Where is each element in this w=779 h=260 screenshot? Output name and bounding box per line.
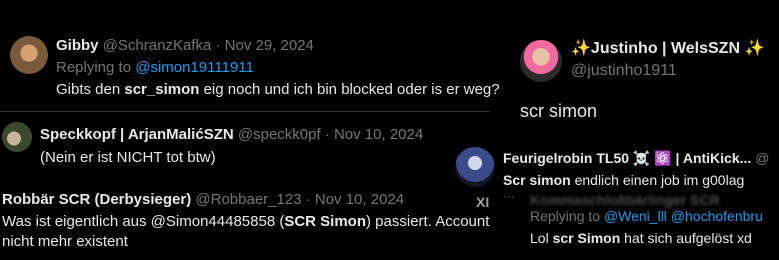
- display-name[interactable]: Robbär SCR (Derbysieger): [2, 191, 191, 208]
- tweet-text-line-1: Was ist eigentlich aus @Simon44485858 (S…: [2, 212, 489, 231]
- tweet-text: Gibts den scr_simon eig noch und ich bin…: [56, 80, 500, 99]
- text-segment: hat sich aufgelöst xd: [620, 230, 752, 246]
- tweet-text: scr simon: [520, 101, 598, 121]
- replying-to-prefix: Replying to: [56, 59, 136, 76]
- avatar[interactable]: [455, 147, 495, 187]
- handle[interactable]: @speckk0pf: [238, 126, 321, 143]
- highlighted-term: scr_simon: [124, 81, 200, 98]
- display-name[interactable]: Gibby: [56, 37, 99, 54]
- tweet-robbaer[interactable]: Robbär SCR (Derbysieger) @Robbaer_123 · …: [0, 180, 520, 260]
- overflow-dots: ···: [503, 189, 515, 203]
- tweet-header: Speckkopf | ArjanMalićSZN @speckk0pf · N…: [40, 125, 423, 144]
- text-segment: eig noch und ich bin blocked oder is er …: [199, 81, 500, 98]
- tweet-justinho[interactable]: ✨Justinho | WelsSZN ✨ @justinho1911 scr …: [510, 28, 779, 128]
- highlighted-term: SCR Simon: [284, 213, 367, 230]
- display-name[interactable]: Speckkopf | ArjanMalićSZN: [40, 126, 234, 143]
- avatar[interactable]: [10, 36, 48, 74]
- highlighted-term: scr Simon: [552, 230, 621, 246]
- tweet-speckkopf[interactable]: Speckkopf | ArjanMalićSZN @speckk0pf · N…: [0, 112, 455, 178]
- reply-text: Lol scr Simon hat sich aufgelöst xd: [530, 229, 752, 248]
- tweet-text: Scr simon endlich einen job im g00lag: [503, 171, 744, 190]
- handle[interactable]: @SchranzKafka: [103, 37, 212, 54]
- tweet-header: Robbär SCR (Derbysieger) @Robbaer_123 · …: [2, 190, 404, 209]
- text-segment: Was ist eigentlich aus @Simon44485858 (: [2, 213, 285, 230]
- tweet-feuerigel[interactable]: Feurigelrobin TL50 ☠️ ⚛️ | AntiKick... @…: [452, 140, 779, 260]
- avatar[interactable]: [520, 40, 562, 82]
- tweet-text: (Nein er ist NICHT tot btw): [40, 149, 216, 166]
- text-segment: Gibts den: [56, 81, 125, 98]
- handle[interactable]: @justinho1911: [571, 61, 677, 80]
- xi-badge: XI: [476, 194, 490, 210]
- text-segment: Lol: [530, 230, 553, 246]
- handle[interactable]: @Robbaer_123: [195, 191, 301, 208]
- tweet-header: Feurigelrobin TL50 ☠️ ⚛️ | AntiKick... @: [503, 149, 769, 168]
- tweet-gibby[interactable]: Gibby @SchranzKafka · Nov 29, 2024 Reply…: [0, 0, 500, 110]
- timestamp[interactable]: · Nov 10, 2024: [325, 126, 423, 143]
- display-name[interactable]: ✨Justinho | WelsSZN ✨: [571, 39, 764, 58]
- tweet-header: Gibby @SchranzKafka · Nov 29, 2024: [56, 36, 314, 55]
- mention-links[interactable]: @Weni_lll @hochofenbru: [604, 208, 763, 224]
- tweet-text-line-2: nicht mehr existent: [2, 233, 128, 250]
- handle-overflow[interactable]: @: [755, 150, 769, 166]
- mention-link[interactable]: @simon19111911: [135, 59, 254, 76]
- text-segment: endlich einen job im g00lag: [570, 172, 745, 188]
- replying-to: Replying to @Weni_lll @hochofenbru: [530, 207, 763, 226]
- replying-to: Replying to @simon19111911: [56, 58, 254, 77]
- timestamp[interactable]: · Nov 29, 2024: [215, 37, 313, 54]
- replying-to-prefix: Replying to: [530, 208, 604, 224]
- avatar[interactable]: [2, 122, 32, 152]
- highlighted-term: Scr simon: [503, 172, 571, 188]
- timestamp[interactable]: · Nov 10, 2024: [306, 191, 404, 208]
- display-name[interactable]: Feurigelrobin TL50 ☠️ ⚛️ | AntiKick...: [503, 150, 751, 166]
